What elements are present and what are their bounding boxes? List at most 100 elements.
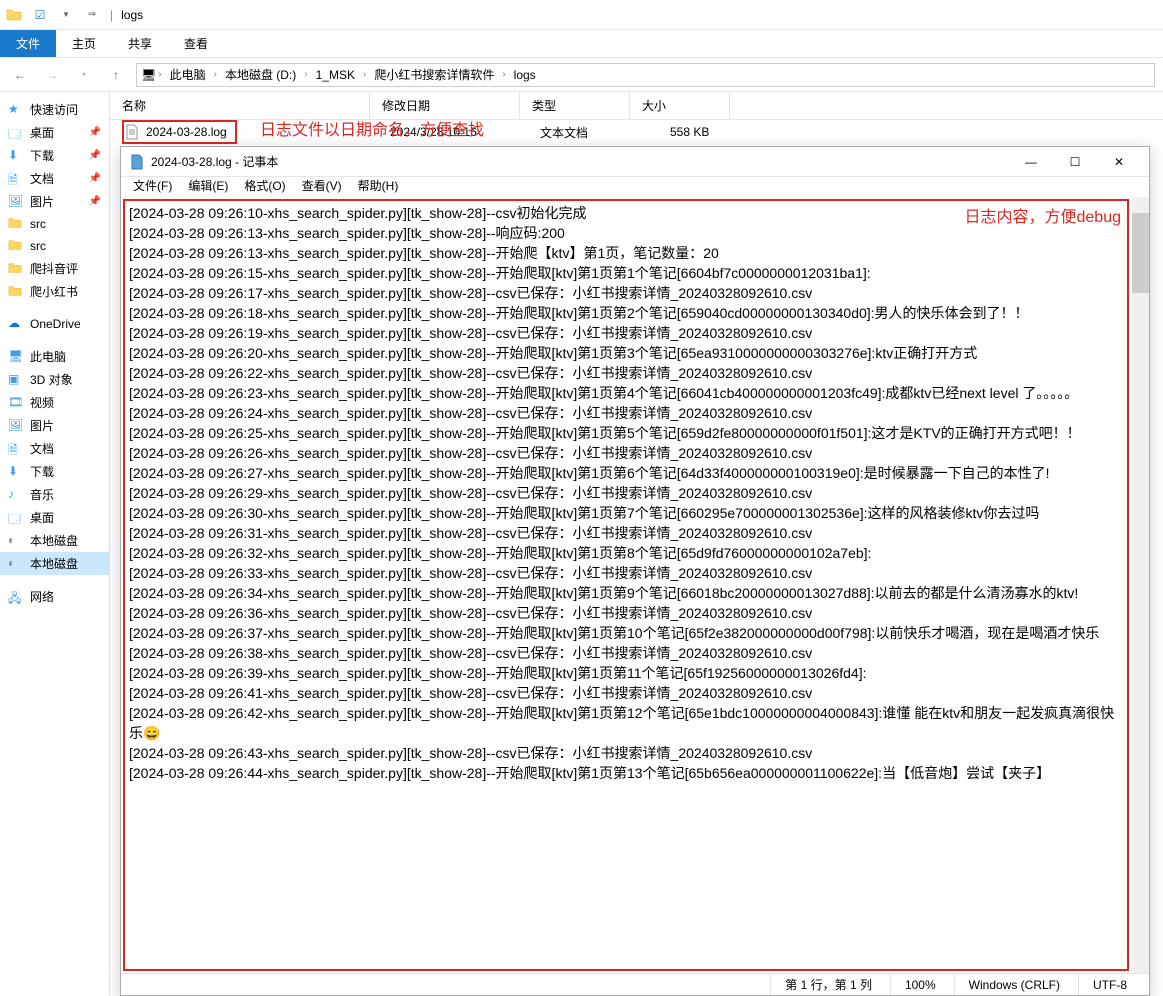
- menu-file[interactable]: 文件(F): [127, 177, 178, 197]
- nav-pictures[interactable]: 🖼图片: [0, 414, 109, 437]
- menu-edit[interactable]: 编辑(E): [182, 177, 234, 197]
- log-line: [2024-03-28 09:26:17-xhs_search_spider.p…: [129, 283, 1123, 303]
- log-line: [2024-03-28 09:26:27-xhs_search_spider.p…: [129, 463, 1123, 483]
- navbar: ← → ▾ ↑ 🖥 › 此电脑› 本地磁盘 (D:)› 1_MSK› 爬小红书搜…: [0, 58, 1163, 92]
- pin-icon: 📌: [89, 150, 101, 161]
- nav-desktop[interactable]: 🗔桌面📌: [0, 121, 109, 144]
- annotation-2: 日志内容，方便debug: [965, 203, 1122, 227]
- ribbon-tab-view[interactable]: 查看: [168, 30, 224, 57]
- nav-folder[interactable]: src: [0, 235, 109, 257]
- log-line: [2024-03-28 09:26:23-xhs_search_spider.p…: [129, 383, 1123, 403]
- address-bar[interactable]: 🖥 › 此电脑› 本地磁盘 (D:)› 1_MSK› 爬小红书搜索详情软件› l…: [136, 63, 1155, 87]
- pc-icon: 🖥: [141, 68, 156, 82]
- folder-icon: [4, 5, 24, 25]
- nav-disk[interactable]: ◐本地磁盘: [0, 552, 109, 575]
- log-line: [2024-03-28 09:26:13-xhs_search_spider.p…: [129, 243, 1123, 263]
- ribbon-tab-file[interactable]: 文件: [0, 30, 56, 57]
- maximize-button[interactable]: ☐: [1053, 147, 1097, 176]
- minimize-button[interactable]: —: [1009, 147, 1053, 176]
- log-line: [2024-03-28 09:26:24-xhs_search_spider.p…: [129, 403, 1123, 423]
- notepad-menubar: 文件(F) 编辑(E) 格式(O) 查看(V) 帮助(H): [121, 177, 1149, 197]
- ribbon-tab-share[interactable]: 共享: [112, 30, 168, 57]
- col-size[interactable]: 大小: [630, 92, 730, 119]
- log-line: [2024-03-28 09:26:19-xhs_search_spider.p…: [129, 323, 1123, 343]
- nav-documents[interactable]: 🗎文档: [0, 437, 109, 460]
- notepad-titlebar: 2024-03-28.log - 记事本 — ☐ ✕: [121, 147, 1149, 177]
- col-date[interactable]: 修改日期: [370, 92, 520, 119]
- ribbon-tab-home[interactable]: 主页: [56, 30, 112, 57]
- log-line: [2024-03-28 09:26:30-xhs_search_spider.p…: [129, 503, 1123, 523]
- notepad-icon: [129, 154, 145, 170]
- properties-icon[interactable]: ☑: [30, 5, 50, 25]
- notepad-body[interactable]: [2024-03-28 09:26:10-xhs_search_spider.p…: [121, 197, 1149, 973]
- nav-videos[interactable]: 🎞视频: [0, 391, 109, 414]
- crumb[interactable]: 本地磁盘 (D:): [219, 64, 302, 85]
- notepad-title: 2024-03-28.log - 记事本: [151, 153, 1009, 170]
- crumb[interactable]: logs: [508, 66, 542, 84]
- log-line: [2024-03-28 09:26:29-xhs_search_spider.p…: [129, 483, 1123, 503]
- status-position: 第 1 行，第 1 列: [770, 974, 886, 995]
- nav-folder[interactable]: 爬小红书: [0, 280, 109, 303]
- nav-folder[interactable]: src: [0, 213, 109, 235]
- nav-music[interactable]: ♪音乐: [0, 483, 109, 506]
- crumb[interactable]: 此电脑: [164, 64, 212, 85]
- col-type[interactable]: 类型: [520, 92, 630, 119]
- nav-folder[interactable]: 爬抖音评: [0, 257, 109, 280]
- nav-disk[interactable]: ◐本地磁盘: [0, 529, 109, 552]
- log-line: [2024-03-28 09:26:20-xhs_search_spider.p…: [129, 343, 1123, 363]
- nav-this-pc[interactable]: 🖥此电脑: [0, 345, 109, 368]
- log-line: [2024-03-28 09:26:36-xhs_search_spider.p…: [129, 603, 1123, 623]
- col-name[interactable]: 名称: [110, 92, 370, 119]
- back-button[interactable]: ←: [8, 63, 32, 87]
- explorer-titlebar: ☑ ▼ ⇒ | logs: [0, 0, 1163, 30]
- file-size: 558 KB: [670, 125, 709, 139]
- log-line: [2024-03-28 09:26:41-xhs_search_spider.p…: [129, 683, 1123, 703]
- nav-network[interactable]: 🖧网络: [0, 585, 109, 608]
- scrollbar-thumb[interactable]: [1132, 213, 1149, 293]
- log-line: [2024-03-28 09:26:42-xhs_search_spider.p…: [129, 703, 1123, 743]
- menu-view[interactable]: 查看(V): [296, 177, 348, 197]
- nav-pane: ★快速访问 🗔桌面📌 ⬇下载📌 🗎文档📌 🖼图片📌 src src 爬抖音评 爬…: [0, 92, 110, 996]
- log-line: [2024-03-28 09:26:39-xhs_search_spider.p…: [129, 663, 1123, 683]
- history-dropdown[interactable]: ▾: [72, 63, 96, 87]
- close-button[interactable]: ✕: [1097, 147, 1141, 176]
- ribbon: 文件 主页 共享 查看: [0, 30, 1163, 58]
- nav-3d[interactable]: ▣3D 对象: [0, 368, 109, 391]
- nav-onedrive[interactable]: ☁OneDrive: [0, 313, 109, 335]
- crumb[interactable]: 1_MSK: [310, 66, 361, 84]
- crumb[interactable]: 爬小红书搜索详情软件: [368, 64, 500, 85]
- log-line: [2024-03-28 09:26:22-xhs_search_spider.p…: [129, 363, 1123, 383]
- up-button[interactable]: ↑: [104, 63, 128, 87]
- nav-quick-access[interactable]: ★快速访问: [0, 98, 109, 121]
- log-line: [2024-03-28 09:26:15-xhs_search_spider.p…: [129, 263, 1123, 283]
- menu-format[interactable]: 格式(O): [238, 177, 291, 197]
- log-line: [2024-03-28 09:26:25-xhs_search_spider.p…: [129, 423, 1123, 443]
- notepad-statusbar: 第 1 行，第 1 列 100% Windows (CRLF) UTF-8: [121, 973, 1149, 995]
- file-name: 2024-03-28.log: [146, 125, 227, 139]
- file-type: 文本文档: [540, 124, 588, 141]
- status-eol: Windows (CRLF): [954, 974, 1074, 995]
- pin-icon: 📌: [89, 127, 101, 138]
- log-line: [2024-03-28 09:26:44-xhs_search_spider.p…: [129, 763, 1123, 783]
- forward-button[interactable]: →: [40, 63, 64, 87]
- scrollbar[interactable]: [1132, 197, 1149, 973]
- nav-pictures[interactable]: 🖼图片📌: [0, 190, 109, 213]
- window-title: logs: [121, 8, 143, 22]
- log-line: [2024-03-28 09:26:31-xhs_search_spider.p…: [129, 523, 1123, 543]
- nav-desktop[interactable]: 🗔桌面: [0, 506, 109, 529]
- pin-icon: 📌: [89, 173, 101, 184]
- log-line: [2024-03-28 09:26:33-xhs_search_spider.p…: [129, 563, 1123, 583]
- status-encoding: UTF-8: [1078, 974, 1141, 995]
- nav-downloads[interactable]: ⬇下载📌: [0, 144, 109, 167]
- menu-help[interactable]: 帮助(H): [352, 177, 405, 197]
- nav-documents[interactable]: 🗎文档📌: [0, 167, 109, 190]
- nav-downloads[interactable]: ⬇下载: [0, 460, 109, 483]
- log-line: [2024-03-28 09:26:32-xhs_search_spider.p…: [129, 543, 1123, 563]
- log-line: [2024-03-28 09:26:37-xhs_search_spider.p…: [129, 623, 1123, 643]
- pin-icon: 📌: [89, 196, 101, 207]
- log-line: [2024-03-28 09:26:34-xhs_search_spider.p…: [129, 583, 1123, 603]
- qat-dropdown-icon[interactable]: ▼: [56, 5, 76, 25]
- notepad-window: 2024-03-28.log - 记事本 — ☐ ✕ 文件(F) 编辑(E) 格…: [120, 146, 1150, 996]
- text-file-icon: [124, 124, 140, 140]
- qat-overflow-icon[interactable]: ⇒: [82, 5, 102, 25]
